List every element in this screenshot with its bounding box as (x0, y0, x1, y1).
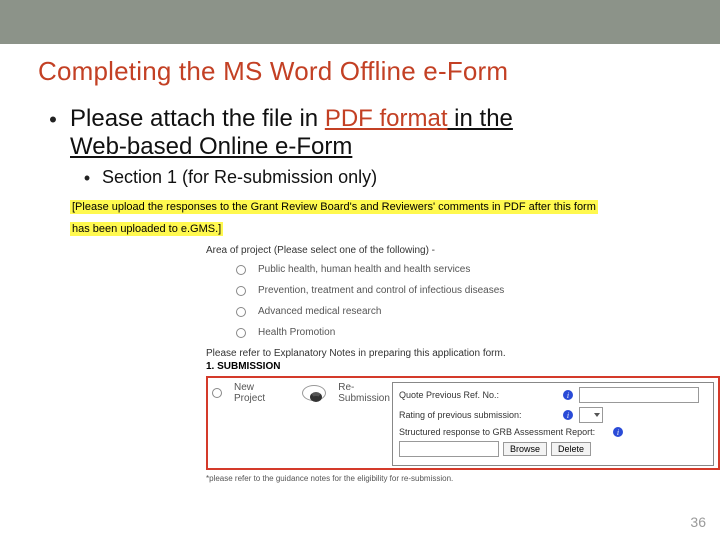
page-number: 36 (690, 514, 706, 530)
bullet1-post-a: in the (448, 105, 513, 132)
rating-select[interactable] (579, 407, 603, 423)
area-option-label: Advanced medical research (258, 306, 381, 317)
resubmission-detail-panel: Quote Previous Ref. No.: i Rating of pre… (392, 382, 714, 466)
resubmission-option[interactable]: Re-Submission (296, 382, 392, 404)
file-path-input[interactable] (399, 441, 499, 457)
slide-title: Completing the MS Word Offline e-Form (0, 44, 720, 87)
form-area-heading: Area of project (Please select one of th… (206, 245, 720, 256)
submission-box: New Project Re-Submission Quote Previous… (206, 376, 720, 470)
footnote: *please refer to the guidance notes for … (206, 474, 720, 483)
bullet2-text: Section 1 (for Re-submission only) (102, 167, 377, 188)
radio-icon[interactable] (212, 388, 222, 398)
bullet-level-2: • Section 1 (for Re-submission only) (72, 167, 720, 189)
slide-top-bar (0, 0, 720, 44)
section-1-heading: 1. SUBMISSION (206, 361, 720, 372)
bullet1-post-b: Web-based Online e-Form (70, 133, 352, 160)
highlight-line-1: [Please upload the responses to the Gran… (70, 200, 598, 214)
form-note: Please refer to Explanatory Notes in pre… (206, 348, 720, 359)
info-icon[interactable]: i (563, 390, 573, 400)
area-option-label: Public health, human health and health s… (258, 264, 470, 275)
browse-button[interactable]: Browse (503, 442, 547, 456)
area-option-1[interactable]: Public health, human health and health s… (236, 264, 720, 275)
prev-ref-label: Quote Previous Ref. No.: (399, 390, 559, 400)
radio-icon-selected[interactable] (302, 385, 326, 401)
prev-ref-input[interactable] (579, 387, 699, 403)
info-icon[interactable]: i (613, 427, 623, 437)
structured-response-label: Structured response to GRB Assessment Re… (399, 427, 609, 437)
bullet-dot: • (36, 105, 70, 135)
bullet-dot: • (72, 167, 102, 189)
resubmission-label: Re-Submission (338, 382, 392, 404)
delete-button[interactable]: Delete (551, 442, 591, 456)
info-icon[interactable]: i (563, 410, 573, 420)
radio-icon[interactable] (236, 307, 246, 317)
area-option-2[interactable]: Prevention, treatment and control of inf… (236, 285, 720, 296)
area-option-label: Prevention, treatment and control of inf… (258, 285, 504, 296)
radio-icon[interactable] (236, 286, 246, 296)
embedded-form: Area of project (Please select one of th… (206, 245, 720, 470)
highlight-line-2: has been uploaded to e.GMS.] (70, 222, 223, 236)
new-project-label: New Project (234, 382, 278, 404)
bullet-level-1: • Please attach the file in PDF format i… (36, 105, 720, 161)
new-project-option[interactable]: New Project (212, 382, 278, 404)
area-option-3[interactable]: Advanced medical research (236, 306, 720, 317)
radio-icon[interactable] (236, 328, 246, 338)
area-option-label: Health Promotion (258, 327, 335, 338)
rating-label: Rating of previous submission: (399, 410, 559, 420)
area-option-4[interactable]: Health Promotion (236, 327, 720, 338)
bullet1-emphasis: PDF format (325, 105, 448, 132)
radio-icon[interactable] (236, 265, 246, 275)
bullet1-pre: Please attach the file in (70, 105, 325, 132)
